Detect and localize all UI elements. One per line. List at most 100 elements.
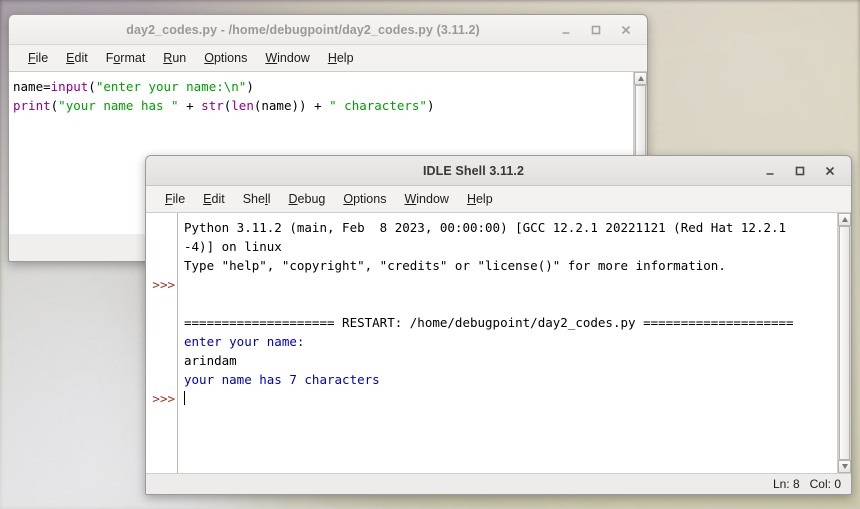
shell-prompt-2: >>> [146, 389, 175, 408]
code-plus-2: + [307, 98, 330, 113]
code-assign: name= [13, 79, 51, 94]
shell-menu-window[interactable]: Window [397, 190, 455, 208]
code-paren-close-1: ) [246, 79, 254, 94]
shell-menu-window-rest: indow [416, 192, 449, 206]
shell-menu-edit-acc: E [203, 192, 211, 206]
scroll-up-arrow-icon[interactable] [634, 72, 647, 85]
code-string-3: " characters" [329, 98, 427, 113]
shell-menu-help-acc: H [467, 192, 476, 206]
minimize-icon[interactable] [761, 162, 779, 180]
shell-menu-options-rest: ptions [353, 192, 386, 206]
shell-menu-file-rest: ile [173, 192, 186, 206]
gutter-blank-8 [146, 370, 175, 389]
shell-banner-line-3: Type "help", "copyright", "credits" or "… [184, 258, 726, 273]
code-input-builtin: input [51, 79, 89, 94]
editor-title: day2_codes.py - /home/debugpoint/day2_co… [9, 23, 557, 37]
gutter-blank-6 [146, 332, 175, 351]
gutter-blank-3 [146, 256, 175, 275]
shell-prompt-1: >>> [146, 275, 175, 294]
shell-text-area[interactable]: >>> >>> Python 3.11.2 (main, Feb 8 2023,… [146, 213, 851, 473]
menu-options-acc: O [204, 51, 214, 65]
menu-window-acc: W [265, 51, 277, 65]
shell-menu-edit[interactable]: Edit [196, 190, 232, 208]
shell-menu-debug[interactable]: Debug [282, 190, 333, 208]
shell-vertical-scrollbar[interactable] [837, 213, 851, 473]
shell-menu-file[interactable]: File [158, 190, 192, 208]
menu-file[interactable]: File [21, 49, 55, 67]
shell-scroll-track[interactable] [838, 226, 851, 460]
minimize-icon[interactable] [557, 21, 575, 39]
code-name-arg: (name)) [254, 98, 307, 113]
editor-titlebar[interactable]: day2_codes.py - /home/debugpoint/day2_co… [9, 15, 647, 45]
gutter-blank-7 [146, 351, 175, 370]
shell-menubar[interactable]: File Edit Shell Debug Options Window Hel… [146, 186, 851, 213]
menu-file-rest: ile [36, 51, 49, 65]
shell-output[interactable]: Python 3.11.2 (main, Feb 8 2023, 00:00:0… [178, 213, 837, 473]
code-len-builtin: len [231, 98, 254, 113]
menu-edit-rest: dit [75, 51, 88, 65]
shell-menu-window-acc: W [404, 192, 416, 206]
shell-menu-options[interactable]: Options [336, 190, 393, 208]
code-str-builtin: str [201, 98, 224, 113]
shell-menu-debug-rest: ebug [298, 192, 326, 206]
shell-prompt-gutter: >>> >>> [146, 213, 178, 473]
shell-statusbar: Ln: 8 Col: 0 [146, 473, 851, 494]
status-line-number: Ln: 8 [773, 477, 800, 491]
menu-help-rest: elp [337, 51, 354, 65]
shell-restart-line: ==================== RESTART: /home/debu… [184, 315, 794, 330]
menu-edit-acc: E [66, 51, 74, 65]
editor-window-controls [557, 21, 647, 39]
shell-titlebar[interactable]: IDLE Shell 3.11.2 [146, 156, 851, 186]
shell-banner-line-1: Python 3.11.2 (main, Feb 8 2023, 00:00:0… [184, 220, 786, 235]
gutter-blank-1 [146, 218, 175, 237]
shell-menu-file-acc: F [165, 192, 173, 206]
close-icon[interactable] [821, 162, 839, 180]
scroll-up-arrow-icon[interactable] [838, 213, 851, 226]
menu-help[interactable]: Help [321, 49, 361, 67]
shell-result-text: your name has 7 characters [184, 372, 380, 387]
shell-window-controls [761, 162, 851, 180]
gutter-blank-4 [146, 294, 175, 313]
status-column-number: Col: 0 [810, 477, 841, 491]
desktop: day2_codes.py - /home/debugpoint/day2_co… [0, 0, 860, 509]
code-string-1: "enter your name:\n" [96, 79, 247, 94]
menu-file-acc: F [28, 51, 36, 65]
shell-menu-options-acc: O [343, 192, 353, 206]
menu-options[interactable]: Options [197, 49, 254, 67]
close-icon[interactable] [617, 21, 635, 39]
menu-format[interactable]: Format [99, 49, 153, 67]
gutter-blank-5 [146, 313, 175, 332]
menu-run-rest: un [172, 51, 186, 65]
menu-window[interactable]: Window [258, 49, 316, 67]
code-print-builtin: print [13, 98, 51, 113]
menu-run[interactable]: Run [156, 49, 193, 67]
menu-format-rest: rmat [120, 51, 145, 65]
shell-scroll-thumb[interactable] [839, 226, 850, 460]
scroll-down-arrow-icon[interactable] [838, 460, 851, 473]
shell-user-input: arindam [184, 353, 237, 368]
shell-menu-debug-acc: D [289, 192, 298, 206]
shell-menu-shell-post: l [268, 192, 271, 206]
shell-banner-line-2: -4)] on linux [184, 239, 282, 254]
shell-window[interactable]: IDLE Shell 3.11.2 File Edit Shell Debug … [145, 155, 852, 495]
shell-title: IDLE Shell 3.11.2 [146, 164, 761, 178]
text-cursor [184, 391, 185, 405]
menu-run-acc: R [163, 51, 172, 65]
shell-input-prompt-text: enter your name: [184, 334, 304, 349]
shell-menu-help-rest: elp [476, 192, 493, 206]
menu-edit[interactable]: Edit [59, 49, 95, 67]
editor-menubar[interactable]: File Edit Format Run Options Window Help [9, 45, 647, 72]
menu-help-acc: H [328, 51, 337, 65]
shell-menu-help[interactable]: Help [460, 190, 500, 208]
code-plus-1: + [179, 98, 202, 113]
maximize-icon[interactable] [587, 21, 605, 39]
shell-menu-shell[interactable]: Shell [236, 190, 278, 208]
code-paren-open-1: ( [88, 79, 96, 94]
code-paren-close-2: ) [427, 98, 435, 113]
shell-menu-edit-rest: dit [212, 192, 225, 206]
code-string-2: "your name has " [58, 98, 178, 113]
shell-menu-shell-pre: She [243, 192, 265, 206]
maximize-icon[interactable] [791, 162, 809, 180]
menu-window-rest: indow [277, 51, 310, 65]
gutter-blank-2 [146, 237, 175, 256]
